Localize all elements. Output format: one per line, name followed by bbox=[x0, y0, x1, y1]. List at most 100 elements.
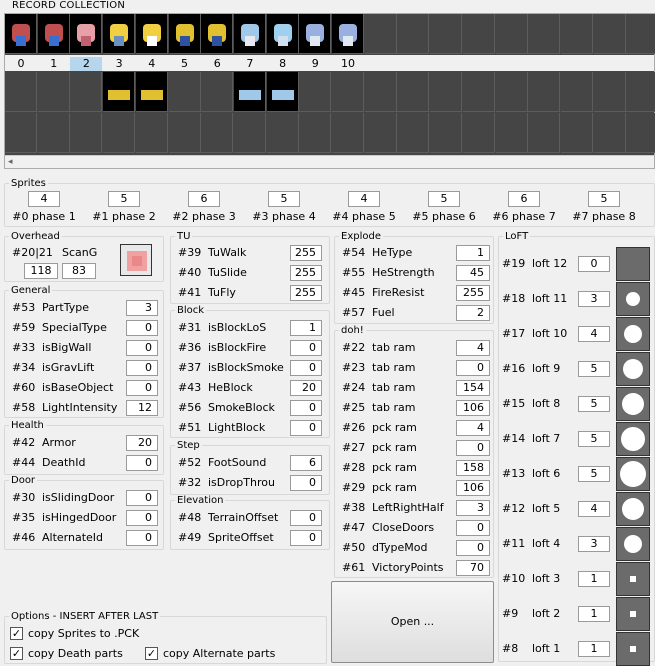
overhead-value-1[interactable]: 118 bbox=[24, 263, 58, 279]
door-row-0-value[interactable]: 0 bbox=[126, 490, 158, 506]
record-tile-row-3[interactable] bbox=[430, 113, 463, 153]
record-tile-0[interactable] bbox=[5, 14, 37, 54]
block-row-3-value[interactable]: 20 bbox=[290, 380, 322, 396]
doh-row-10-value[interactable]: 0 bbox=[456, 540, 490, 556]
health-row-0-value[interactable]: 20 bbox=[126, 435, 158, 451]
record-tile-row-3[interactable] bbox=[593, 113, 626, 153]
copy-alternate-checkbox[interactable]: ✓ bbox=[145, 647, 158, 660]
loft-row-2-value[interactable]: 4 bbox=[578, 326, 610, 342]
sprite-value-1[interactable]: 5 bbox=[108, 191, 140, 207]
block-row-2-value[interactable]: 0 bbox=[290, 360, 322, 376]
record-tile-row-2[interactable] bbox=[593, 72, 626, 112]
doh-row-2-value[interactable]: 154 bbox=[456, 380, 490, 396]
record-tile-row-2[interactable] bbox=[70, 72, 103, 112]
record-tile-row-2[interactable] bbox=[495, 72, 528, 112]
record-tile-row-3[interactable] bbox=[5, 113, 37, 153]
tu-row-0-value[interactable]: 255 bbox=[290, 245, 322, 261]
record-index-4[interactable]: 4 bbox=[136, 57, 168, 71]
loft-row-8-value[interactable]: 3 bbox=[578, 536, 610, 552]
record-tile-row-3[interactable] bbox=[37, 113, 70, 153]
record-tile-empty[interactable] bbox=[430, 14, 463, 54]
record-tile-row-3[interactable] bbox=[462, 113, 495, 153]
record-tile-3[interactable] bbox=[103, 14, 136, 54]
record-tile-row-3[interactable] bbox=[397, 113, 430, 153]
door-row-1-value[interactable]: 0 bbox=[126, 510, 158, 526]
loft-row-4-value[interactable]: 5 bbox=[578, 396, 610, 412]
doh-row-8-value[interactable]: 3 bbox=[456, 500, 490, 516]
record-index-5[interactable]: 5 bbox=[169, 57, 201, 71]
record-tile-row-3[interactable] bbox=[364, 113, 397, 153]
record-tile-row-3[interactable] bbox=[495, 113, 528, 153]
record-tile-row-2[interactable] bbox=[103, 72, 136, 112]
record-tile-7[interactable] bbox=[233, 14, 266, 54]
record-tile-row-2[interactable] bbox=[397, 72, 430, 112]
elevation-row-0-value[interactable]: 0 bbox=[290, 510, 322, 526]
record-tile-empty[interactable] bbox=[560, 14, 593, 54]
record-tile-5[interactable] bbox=[168, 14, 201, 54]
record-tile-empty[interactable] bbox=[626, 14, 655, 54]
sprite-value-7[interactable]: 5 bbox=[588, 191, 620, 207]
record-tile-4[interactable] bbox=[135, 14, 168, 54]
record-tile-row-2[interactable] bbox=[626, 72, 655, 112]
record-tile-row-3[interactable] bbox=[168, 113, 201, 153]
record-tile-row-2[interactable] bbox=[37, 72, 70, 112]
record-tile-empty[interactable] bbox=[462, 14, 495, 54]
record-tile-row-2[interactable] bbox=[5, 72, 37, 112]
step-row-1-value[interactable]: 0 bbox=[290, 475, 322, 491]
horizontal-scrollbar[interactable]: ◂ bbox=[5, 155, 654, 168]
record-index-8[interactable]: 8 bbox=[267, 57, 299, 71]
doh-row-6-value[interactable]: 158 bbox=[456, 460, 490, 476]
block-row-1-value[interactable]: 0 bbox=[290, 340, 322, 356]
record-tile-empty[interactable] bbox=[495, 14, 528, 54]
loft-row-9-value[interactable]: 1 bbox=[578, 571, 610, 587]
record-tile-row-2[interactable] bbox=[299, 72, 332, 112]
block-row-0-value[interactable]: 1 bbox=[290, 320, 322, 336]
record-index-10[interactable]: 10 bbox=[332, 57, 364, 71]
door-row-2-value[interactable]: 0 bbox=[126, 530, 158, 546]
doh-row-11-value[interactable]: 70 bbox=[456, 560, 490, 576]
general-row-1-value[interactable]: 0 bbox=[126, 320, 158, 336]
record-tile-row-3[interactable] bbox=[70, 113, 103, 153]
loft-row-10-value[interactable]: 1 bbox=[578, 606, 610, 622]
record-tile-empty[interactable] bbox=[593, 14, 626, 54]
record-index-1[interactable]: 1 bbox=[38, 57, 70, 71]
record-tile-1[interactable] bbox=[37, 14, 70, 54]
record-index-2[interactable]: 2 bbox=[70, 57, 103, 71]
doh-row-4-value[interactable]: 4 bbox=[456, 420, 490, 436]
record-tile-empty[interactable] bbox=[397, 14, 430, 54]
record-tile-row-3[interactable] bbox=[626, 113, 655, 153]
loft-row-6-value[interactable]: 5 bbox=[578, 466, 610, 482]
explode-row-2-value[interactable]: 255 bbox=[456, 285, 490, 301]
elevation-row-1-value[interactable]: 0 bbox=[290, 530, 322, 546]
record-index-9[interactable]: 9 bbox=[299, 57, 331, 71]
record-tile-row-3[interactable] bbox=[528, 113, 561, 153]
record-tile-row-3[interactable] bbox=[233, 113, 266, 153]
block-row-4-value[interactable]: 0 bbox=[290, 400, 322, 416]
record-tile-row-3[interactable] bbox=[560, 113, 593, 153]
block-row-5-value[interactable]: 0 bbox=[290, 420, 322, 436]
record-tile-9[interactable] bbox=[299, 14, 332, 54]
record-tile-row-3[interactable] bbox=[299, 113, 332, 153]
doh-row-9-value[interactable]: 0 bbox=[456, 520, 490, 536]
explode-row-1-value[interactable]: 45 bbox=[456, 265, 490, 281]
sprite-value-6[interactable]: 6 bbox=[508, 191, 540, 207]
record-tile-row-2[interactable] bbox=[233, 72, 266, 112]
doh-row-3-value[interactable]: 106 bbox=[456, 400, 490, 416]
record-tile-empty[interactable] bbox=[528, 14, 561, 54]
loft-row-11-value[interactable]: 1 bbox=[578, 641, 610, 657]
loft-row-3-value[interactable]: 5 bbox=[578, 361, 610, 377]
record-tile-row-2[interactable] bbox=[168, 72, 201, 112]
general-row-2-value[interactable]: 0 bbox=[126, 340, 158, 356]
sprite-value-2[interactable]: 6 bbox=[188, 191, 220, 207]
record-tile-10[interactable] bbox=[332, 14, 364, 54]
record-tile-6[interactable] bbox=[201, 14, 234, 54]
sprite-value-4[interactable]: 4 bbox=[348, 191, 380, 207]
explode-row-3-value[interactable]: 2 bbox=[456, 305, 490, 321]
general-row-0-value[interactable]: 3 bbox=[126, 300, 158, 316]
doh-row-5-value[interactable]: 0 bbox=[456, 440, 490, 456]
record-tile-row-3[interactable] bbox=[201, 113, 234, 153]
record-tile-row-2[interactable] bbox=[462, 72, 495, 112]
copy-death-checkbox[interactable]: ✓ bbox=[10, 647, 23, 660]
record-tile-row-2[interactable] bbox=[332, 72, 364, 112]
record-tile-row-2[interactable] bbox=[430, 72, 463, 112]
